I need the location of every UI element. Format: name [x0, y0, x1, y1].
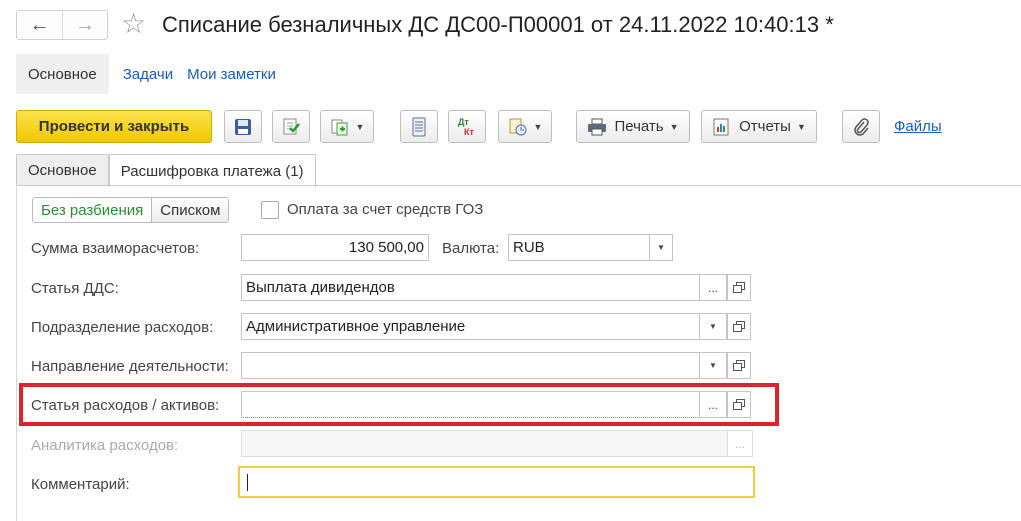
toolbar: Провести и закрыть ▼ Дт Кт ▼ Печать ▼ От…	[16, 110, 1016, 143]
arrow-right-icon: →	[74, 13, 95, 36]
chevron-down-icon: ▼	[533, 121, 543, 132]
list-icon	[412, 117, 426, 136]
open-window-icon	[733, 320, 745, 332]
forward-button[interactable]: →	[61, 11, 107, 39]
amount-input[interactable]: 130 500,00	[241, 234, 429, 261]
section-notes-link[interactable]: Мои заметки	[187, 66, 276, 83]
split-list-option[interactable]: Списком	[152, 198, 229, 222]
tab-payment-details[interactable]: Расшифровка платежа (1)	[108, 154, 316, 187]
dept-dropdown-button[interactable]: ▼	[699, 313, 727, 340]
analytics-input	[241, 430, 728, 457]
report-icon	[713, 118, 729, 135]
expense-select-button[interactable]: ...	[699, 391, 727, 418]
dept-open-button[interactable]	[727, 313, 751, 340]
arrow-left-icon: ←	[29, 13, 50, 36]
dds-select-button[interactable]: ...	[699, 274, 727, 301]
text-cursor	[247, 473, 248, 491]
chevron-down-icon: ▼	[796, 121, 806, 132]
reports-button[interactable]: Отчеты ▼	[701, 110, 817, 143]
paperclip-icon	[854, 117, 869, 136]
related-documents-button[interactable]: ▼	[498, 110, 552, 143]
currency-dropdown-button[interactable]: ▼	[649, 234, 673, 261]
analytics-select-button: ...	[727, 430, 753, 457]
svg-text:Кт: Кт	[464, 127, 474, 137]
comment-input[interactable]	[238, 466, 755, 498]
printer-icon	[588, 118, 607, 135]
title-bar: ← → ☆ Списание безналичных ДС ДС00-П0000…	[0, 0, 1021, 50]
page-title: Списание безналичных ДС ДС00-П00001 от 2…	[162, 12, 834, 37]
dept-label: Подразделение расходов:	[31, 319, 214, 336]
tab-main[interactable]: Основное	[16, 154, 109, 186]
panel-left-border	[16, 185, 17, 521]
open-window-icon	[733, 281, 745, 293]
print-label: Печать	[614, 118, 664, 135]
star-icon[interactable]: ☆	[121, 9, 146, 39]
files-link[interactable]: Файлы	[894, 118, 942, 135]
chevron-down-icon: ▼	[355, 121, 365, 132]
journal-button[interactable]	[400, 110, 438, 143]
dds-input[interactable]: Выплата дивидендов	[241, 274, 700, 301]
nav-buttons: ← →	[16, 10, 108, 40]
post-button[interactable]	[272, 110, 310, 143]
open-window-icon	[733, 359, 745, 371]
direction-label: Направление деятельности:	[31, 358, 229, 375]
expense-label: Статья расходов / активов:	[31, 397, 220, 414]
direction-input[interactable]	[241, 352, 700, 379]
related-docs-icon	[509, 118, 527, 135]
currency-select[interactable]: RUB	[508, 234, 650, 261]
split-no-split-option[interactable]: Без разбиения	[33, 198, 153, 222]
post-and-close-button[interactable]: Провести и закрыть	[16, 110, 212, 143]
section-nav: Основное Задачи Мои заметки	[16, 54, 276, 94]
goz-checkbox-label: Оплата за счет средств ГОЗ	[287, 201, 484, 218]
open-window-icon	[733, 398, 745, 410]
save-button[interactable]	[224, 110, 262, 143]
currency-label: Валюта:	[442, 240, 500, 257]
amount-label: Сумма взаиморасчетов:	[31, 240, 200, 257]
attach-button[interactable]	[842, 110, 880, 143]
comment-label: Комментарий:	[31, 476, 130, 493]
dt-kt-button[interactable]: Дт Кт	[448, 110, 486, 143]
section-tasks-link[interactable]: Задачи	[123, 66, 173, 83]
create-based-icon	[331, 119, 348, 135]
chevron-down-icon: ▼	[709, 361, 717, 370]
chevron-down-icon: ▼	[669, 121, 679, 132]
split-mode-toggle: Без разбиения Списком	[32, 197, 230, 223]
expense-open-button[interactable]	[727, 391, 751, 418]
post-document-icon	[283, 118, 300, 134]
form-tabs: Основное Расшифровка платежа (1)	[16, 154, 316, 187]
create-based-on-button[interactable]: ▼	[320, 110, 374, 143]
section-main[interactable]: Основное	[16, 54, 109, 94]
goz-checkbox[interactable]	[261, 201, 279, 219]
dds-label: Статья ДДС:	[31, 280, 119, 297]
chevron-down-icon: ▼	[709, 322, 717, 331]
dept-input[interactable]: Административное управление	[241, 313, 700, 340]
print-button[interactable]: Печать ▼	[576, 110, 690, 143]
debit-credit-icon: Дт Кт	[458, 117, 474, 137]
floppy-disk-icon	[235, 118, 251, 135]
direction-dropdown-button[interactable]: ▼	[699, 352, 727, 379]
analytics-label: Аналитика расходов:	[31, 437, 179, 454]
expense-input[interactable]	[241, 391, 700, 418]
svg-text:Дт: Дт	[458, 117, 469, 127]
chevron-down-icon: ▼	[657, 243, 665, 252]
reports-label: Отчеты	[739, 118, 791, 135]
tab-divider	[16, 185, 1021, 186]
direction-open-button[interactable]	[727, 352, 751, 379]
back-button[interactable]: ←	[17, 11, 62, 39]
dds-open-button[interactable]	[727, 274, 751, 301]
